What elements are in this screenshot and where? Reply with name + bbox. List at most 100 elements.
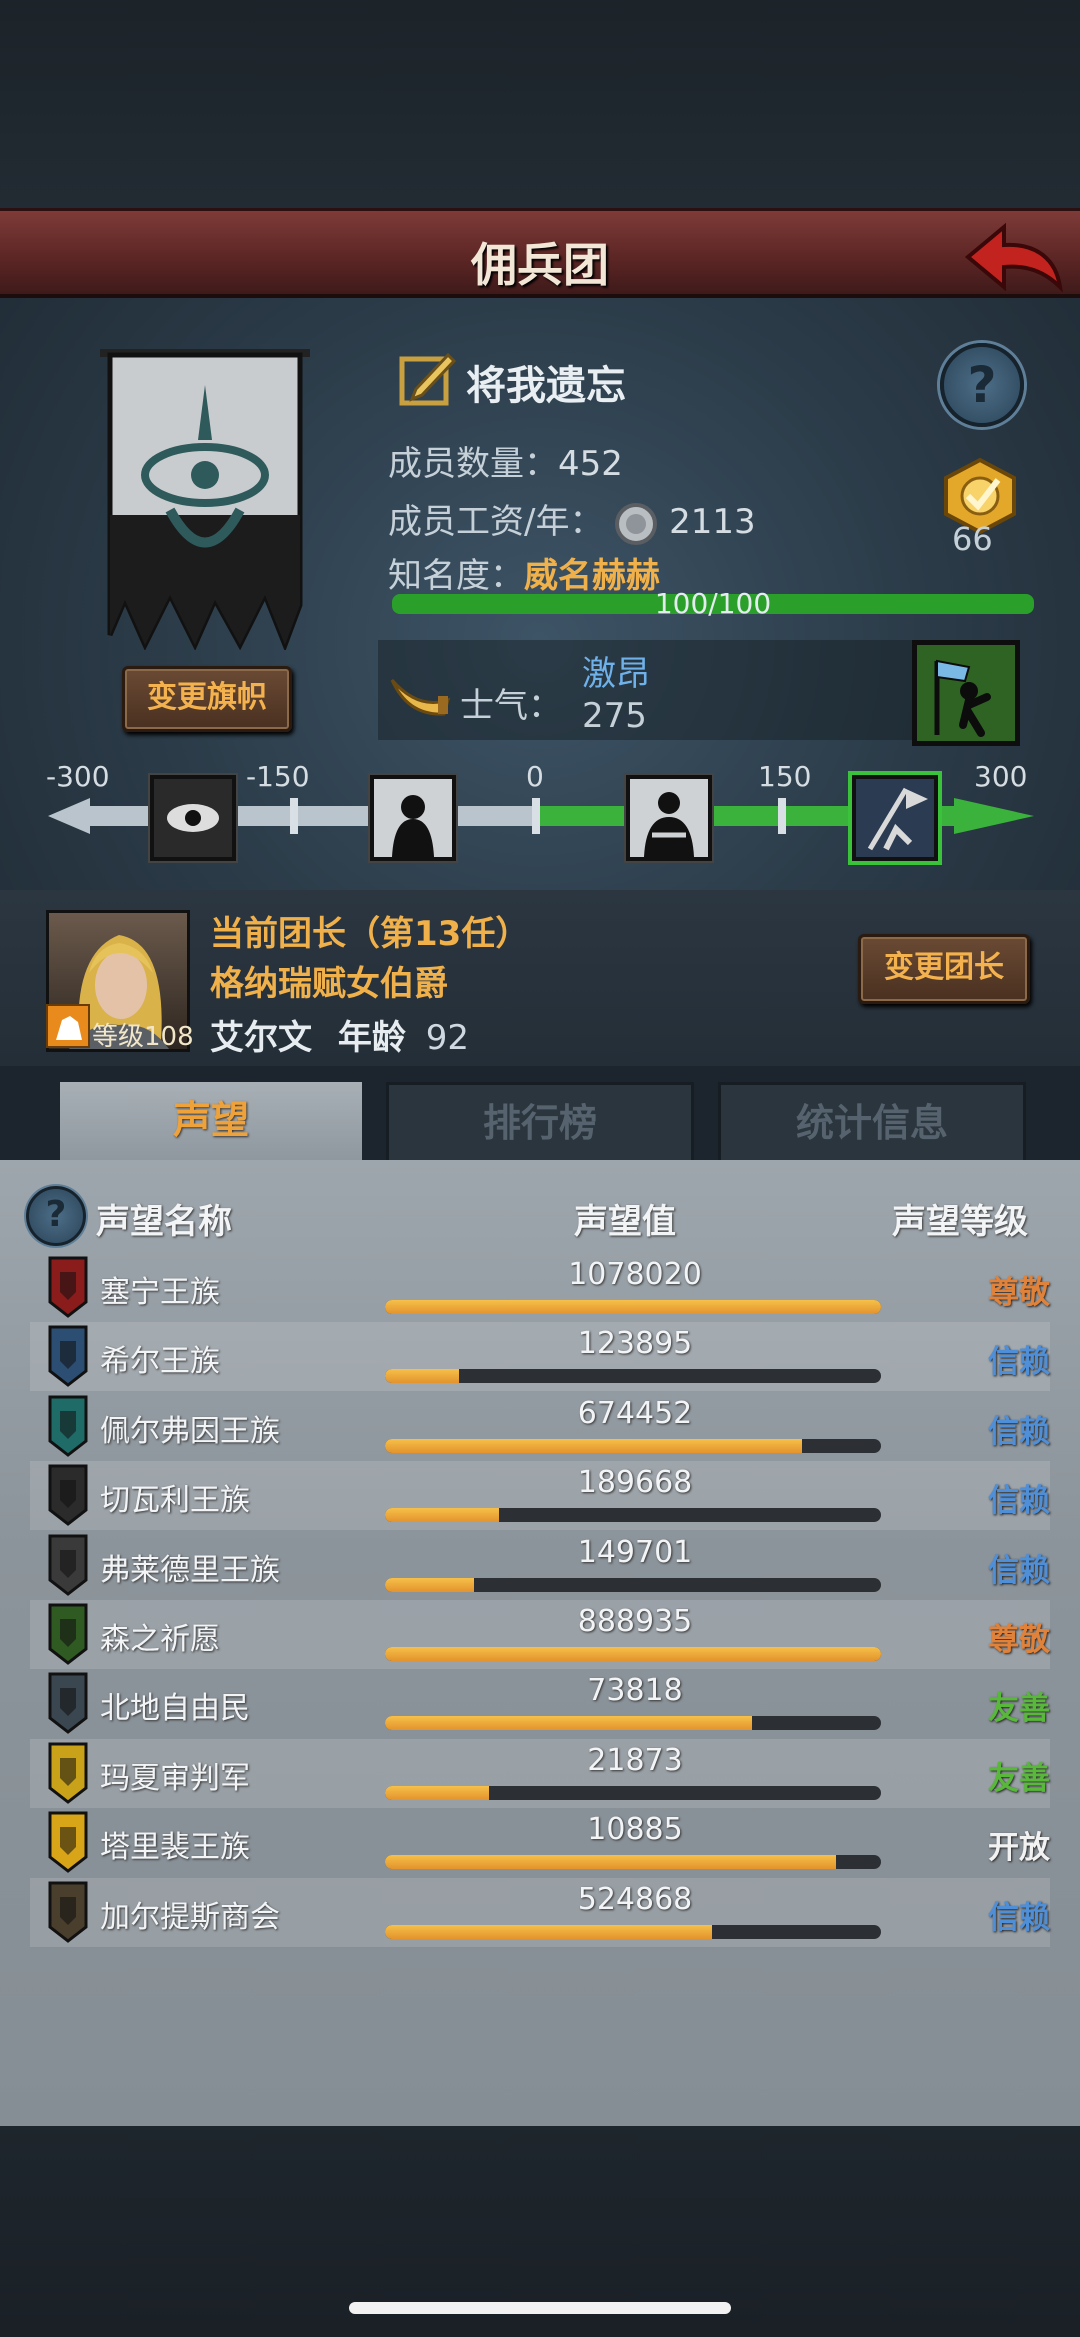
table-row[interactable]: 切瓦利王族 189668 信赖: [30, 1461, 1050, 1531]
header-reputation-value: 声望值: [574, 1202, 676, 1242]
tab-bar: 声望 排行榜 统计信息: [0, 1066, 1080, 1166]
reputation-value: 674452: [577, 1395, 693, 1431]
reputation-bar-fill: [385, 1716, 753, 1731]
faction-crest-icon: [48, 1325, 88, 1388]
faction-name: 佩尔弗因王族: [100, 1413, 280, 1449]
fame-progress-text: 100/100: [654, 587, 772, 620]
morale-tick-4: 150: [758, 760, 812, 793]
reputation-value: 1078020: [568, 1257, 702, 1292]
leader-age: 92: [425, 1018, 469, 1058]
badge-count: 66: [952, 520, 993, 558]
reputation-level: 友善: [988, 1691, 1050, 1728]
reputation-value: 524868: [577, 1881, 693, 1917]
reputation-bar-fill: [385, 1647, 881, 1661]
table-row[interactable]: 北地自由民 73818 友善: [30, 1669, 1050, 1738]
band-name: 将我遗忘: [466, 363, 626, 409]
reputation-bar-fill: [385, 1369, 460, 1384]
reputation-value: 10885: [587, 1812, 683, 1848]
reputation-value: 73818: [587, 1673, 683, 1709]
faction-name: 玛夏审判军: [100, 1760, 250, 1796]
reputation-level: 信赖: [988, 1344, 1050, 1381]
top-background: [0, 0, 1080, 210]
calm-icon: [644, 792, 694, 857]
faction-name: 森之祈愿: [100, 1622, 220, 1657]
morale-value: 275: [582, 696, 647, 736]
edit-icon[interactable]: [398, 349, 458, 407]
leader-class-icon: [46, 1004, 90, 1048]
reputation-bar-fill: [385, 1785, 490, 1800]
change-leader-button[interactable]: 变更团长: [858, 934, 1030, 1004]
morale-label: 士气：: [460, 686, 562, 726]
header-reputation-level: 声望等级: [892, 1202, 1028, 1242]
reputation-bar: [385, 1577, 881, 1592]
reputation-bar: [385, 1300, 881, 1314]
reputation-bar-fill: [385, 1924, 713, 1939]
faction-crest-icon: [48, 1395, 88, 1457]
morale-stage-icon-2: [370, 775, 456, 861]
reputation-value: 123895: [577, 1326, 693, 1362]
morale-action-button[interactable]: [912, 640, 1020, 746]
silver-coin-icon: [615, 502, 658, 545]
leader-name: 艾尔文: [210, 1018, 312, 1058]
faction-crest-icon: [48, 1603, 88, 1665]
band-flag-icon: [100, 349, 310, 650]
title-bar: 佣兵团: [0, 208, 1080, 298]
eye-icon: [154, 779, 232, 857]
faction-name: 加尔提斯商会: [100, 1899, 280, 1935]
charge-icon: [867, 787, 928, 851]
reputation-bar: [385, 1438, 881, 1453]
table-row[interactable]: 加尔提斯商会 524868 信赖: [30, 1877, 1050, 1947]
leader-age-label: 年龄: [337, 1018, 406, 1058]
home-indicator[interactable]: [349, 2302, 731, 2314]
reputation-level: 开放: [988, 1830, 1050, 1867]
reputation-value: 189668: [577, 1465, 693, 1501]
faction-name: 切瓦利王族: [100, 1483, 250, 1519]
members-value: 452: [558, 444, 623, 484]
reputation-bar: [385, 1924, 881, 1939]
reputation-level: 尊敬: [988, 1275, 1050, 1311]
reputation-bar-fill: [385, 1577, 475, 1592]
page-title: 佣兵团: [471, 238, 609, 292]
faction-name: 弗莱德里王族: [100, 1552, 280, 1588]
tab-leaderboard[interactable]: 排行榜: [386, 1082, 694, 1166]
fame-progress-bar: 100/100: [392, 587, 1034, 620]
reputation-bar-fill: [385, 1855, 837, 1870]
faction-crest-icon: [48, 1256, 88, 1318]
change-flag-button[interactable]: 变更旗帜: [122, 666, 292, 732]
help-icon[interactable]: ?: [940, 343, 1024, 427]
table-row[interactable]: 希尔王族 123895 信赖: [30, 1322, 1050, 1392]
morale-tick-5: 300: [974, 760, 1028, 793]
header-faction-name: 声望名称: [96, 1202, 232, 1242]
table-row[interactable]: 塔里裴王族 10885 开放: [30, 1808, 1050, 1877]
rally-banner-icon: [917, 645, 1015, 741]
horn-icon: [390, 679, 451, 716]
faction-name: 北地自由民: [100, 1691, 250, 1727]
faction-crest-icon: [48, 1881, 88, 1943]
reputation-level: 信赖: [988, 1552, 1050, 1589]
reputation-value: 149701: [577, 1534, 693, 1570]
faction-crest-icon: [48, 1534, 88, 1596]
faction-crest-icon: [48, 1464, 88, 1527]
wage-label: 成员工资/年：: [388, 502, 604, 542]
despair-icon: [392, 795, 434, 857]
reputation-value: 888935: [577, 1604, 693, 1639]
faction-crest-icon: [48, 1672, 88, 1735]
morale-tick-1: -300: [46, 760, 110, 793]
reputation-level: 信赖: [988, 1413, 1050, 1450]
wage-value: 2113: [669, 502, 756, 542]
reputation-bar-fill: [385, 1438, 802, 1453]
reputation-bar: [385, 1369, 881, 1384]
reputation-level: 尊敬: [988, 1622, 1050, 1658]
back-arrow-icon[interactable]: [964, 221, 1064, 293]
tab-reputation[interactable]: 声望: [60, 1082, 362, 1166]
reputation-help-icon[interactable]: ?: [26, 1186, 86, 1246]
members-label: 成员数量：: [388, 444, 558, 484]
table-row[interactable]: 弗莱德里王族 149701 信赖: [30, 1531, 1050, 1600]
table-row[interactable]: 佩尔弗因王族 674452 信赖: [30, 1392, 1050, 1461]
tab-statistics[interactable]: 统计信息: [718, 1082, 1026, 1166]
morale-state: 激昂: [582, 654, 650, 694]
table-row[interactable]: 玛夏审判军 21873 友善: [30, 1738, 1050, 1808]
table-row[interactable]: 森之祈愿 888935 尊敬: [30, 1600, 1050, 1669]
reputation-level: 信赖: [988, 1483, 1050, 1520]
table-row[interactable]: 塞宁王族 1078020 尊敬: [30, 1253, 1050, 1322]
